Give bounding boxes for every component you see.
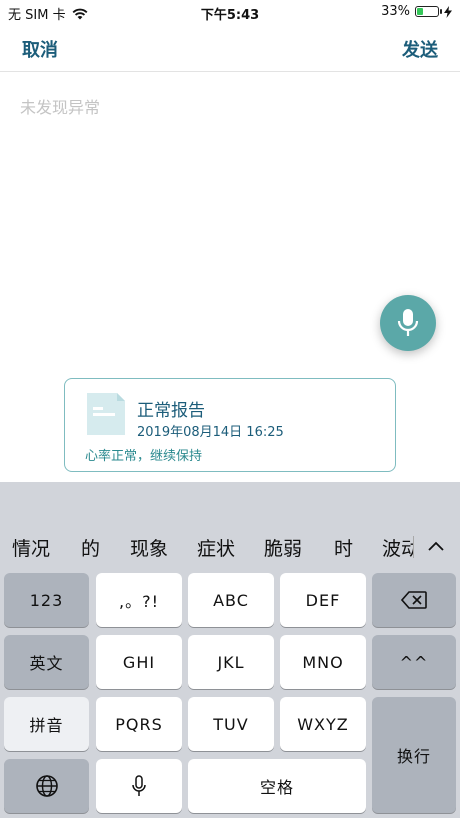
key-punctuation[interactable]: ,。?! bbox=[96, 573, 182, 627]
globe-key[interactable] bbox=[4, 759, 89, 813]
key-123[interactable]: 123 bbox=[4, 573, 89, 627]
globe-icon bbox=[35, 775, 58, 797]
voice-input-button[interactable] bbox=[380, 295, 436, 351]
candidate-item[interactable]: 症状 bbox=[197, 534, 235, 561]
candidate-item[interactable]: 的 bbox=[81, 534, 100, 561]
navigation-bar: 取消 发送 bbox=[0, 24, 460, 72]
delete-key[interactable] bbox=[372, 573, 456, 627]
keyboard: 情况 的 现象 症状 脆弱 时 波动 123 ,。?! ABC DEF 英文 G… bbox=[0, 482, 460, 818]
candidate-bar: 情况 的 现象 症状 脆弱 时 波动 bbox=[0, 482, 460, 564]
cancel-button[interactable]: 取消 bbox=[22, 36, 58, 62]
status-bar: 无 SIM 卡 下午5:43 33% bbox=[0, 0, 460, 24]
candidate-list: 情况 的 现象 症状 脆弱 时 波动 bbox=[0, 482, 414, 564]
report-card[interactable]: 正常报告 2019年08月14日 16:25 心率正常，继续保持 bbox=[64, 378, 396, 472]
chevron-up-icon bbox=[428, 541, 444, 551]
expand-candidates-button[interactable] bbox=[422, 534, 450, 558]
battery-fill bbox=[417, 8, 423, 15]
status-right: 33% bbox=[381, 4, 452, 19]
key-abc[interactable]: ABC bbox=[188, 573, 274, 627]
microphone-icon bbox=[132, 775, 146, 796]
report-title: 正常报告 bbox=[137, 401, 205, 421]
report-description: 心率正常，继续保持 bbox=[85, 449, 203, 464]
report-datetime: 2019年08月14日 16:25 bbox=[137, 425, 284, 440]
key-emoticon[interactable]: ^^ bbox=[372, 635, 456, 689]
candidate-divider bbox=[413, 536, 414, 558]
send-button[interactable]: 发送 bbox=[402, 36, 438, 62]
key-jkl[interactable]: JKL bbox=[188, 635, 274, 689]
microphone-icon bbox=[397, 309, 419, 336]
key-ghi[interactable]: GHI bbox=[96, 635, 182, 689]
document-icon bbox=[87, 393, 125, 435]
candidate-item[interactable]: 时 bbox=[334, 534, 353, 561]
dictation-key[interactable] bbox=[96, 759, 182, 813]
candidate-item[interactable]: 波动 bbox=[382, 534, 414, 561]
key-english[interactable]: 英文 bbox=[4, 635, 89, 689]
candidate-item[interactable]: 情况 bbox=[12, 534, 50, 561]
charging-icon bbox=[444, 5, 452, 18]
candidate-item[interactable]: 脆弱 bbox=[264, 534, 302, 561]
return-key[interactable]: 换行 bbox=[372, 697, 456, 813]
key-pqrs[interactable]: PQRS bbox=[96, 697, 182, 751]
key-pinyin[interactable]: 拼音 bbox=[4, 697, 89, 751]
battery-icon bbox=[415, 6, 442, 17]
key-def[interactable]: DEF bbox=[280, 573, 366, 627]
key-tuv[interactable]: TUV bbox=[188, 697, 274, 751]
message-input[interactable]: 未发现异常 bbox=[20, 94, 440, 118]
candidate-item[interactable]: 现象 bbox=[130, 534, 168, 561]
backspace-icon bbox=[401, 591, 427, 609]
space-key[interactable]: 空格 bbox=[188, 759, 366, 813]
key-wxyz[interactable]: WXYZ bbox=[280, 697, 366, 751]
key-mno[interactable]: MNO bbox=[280, 635, 366, 689]
battery-percent: 33% bbox=[381, 4, 410, 19]
